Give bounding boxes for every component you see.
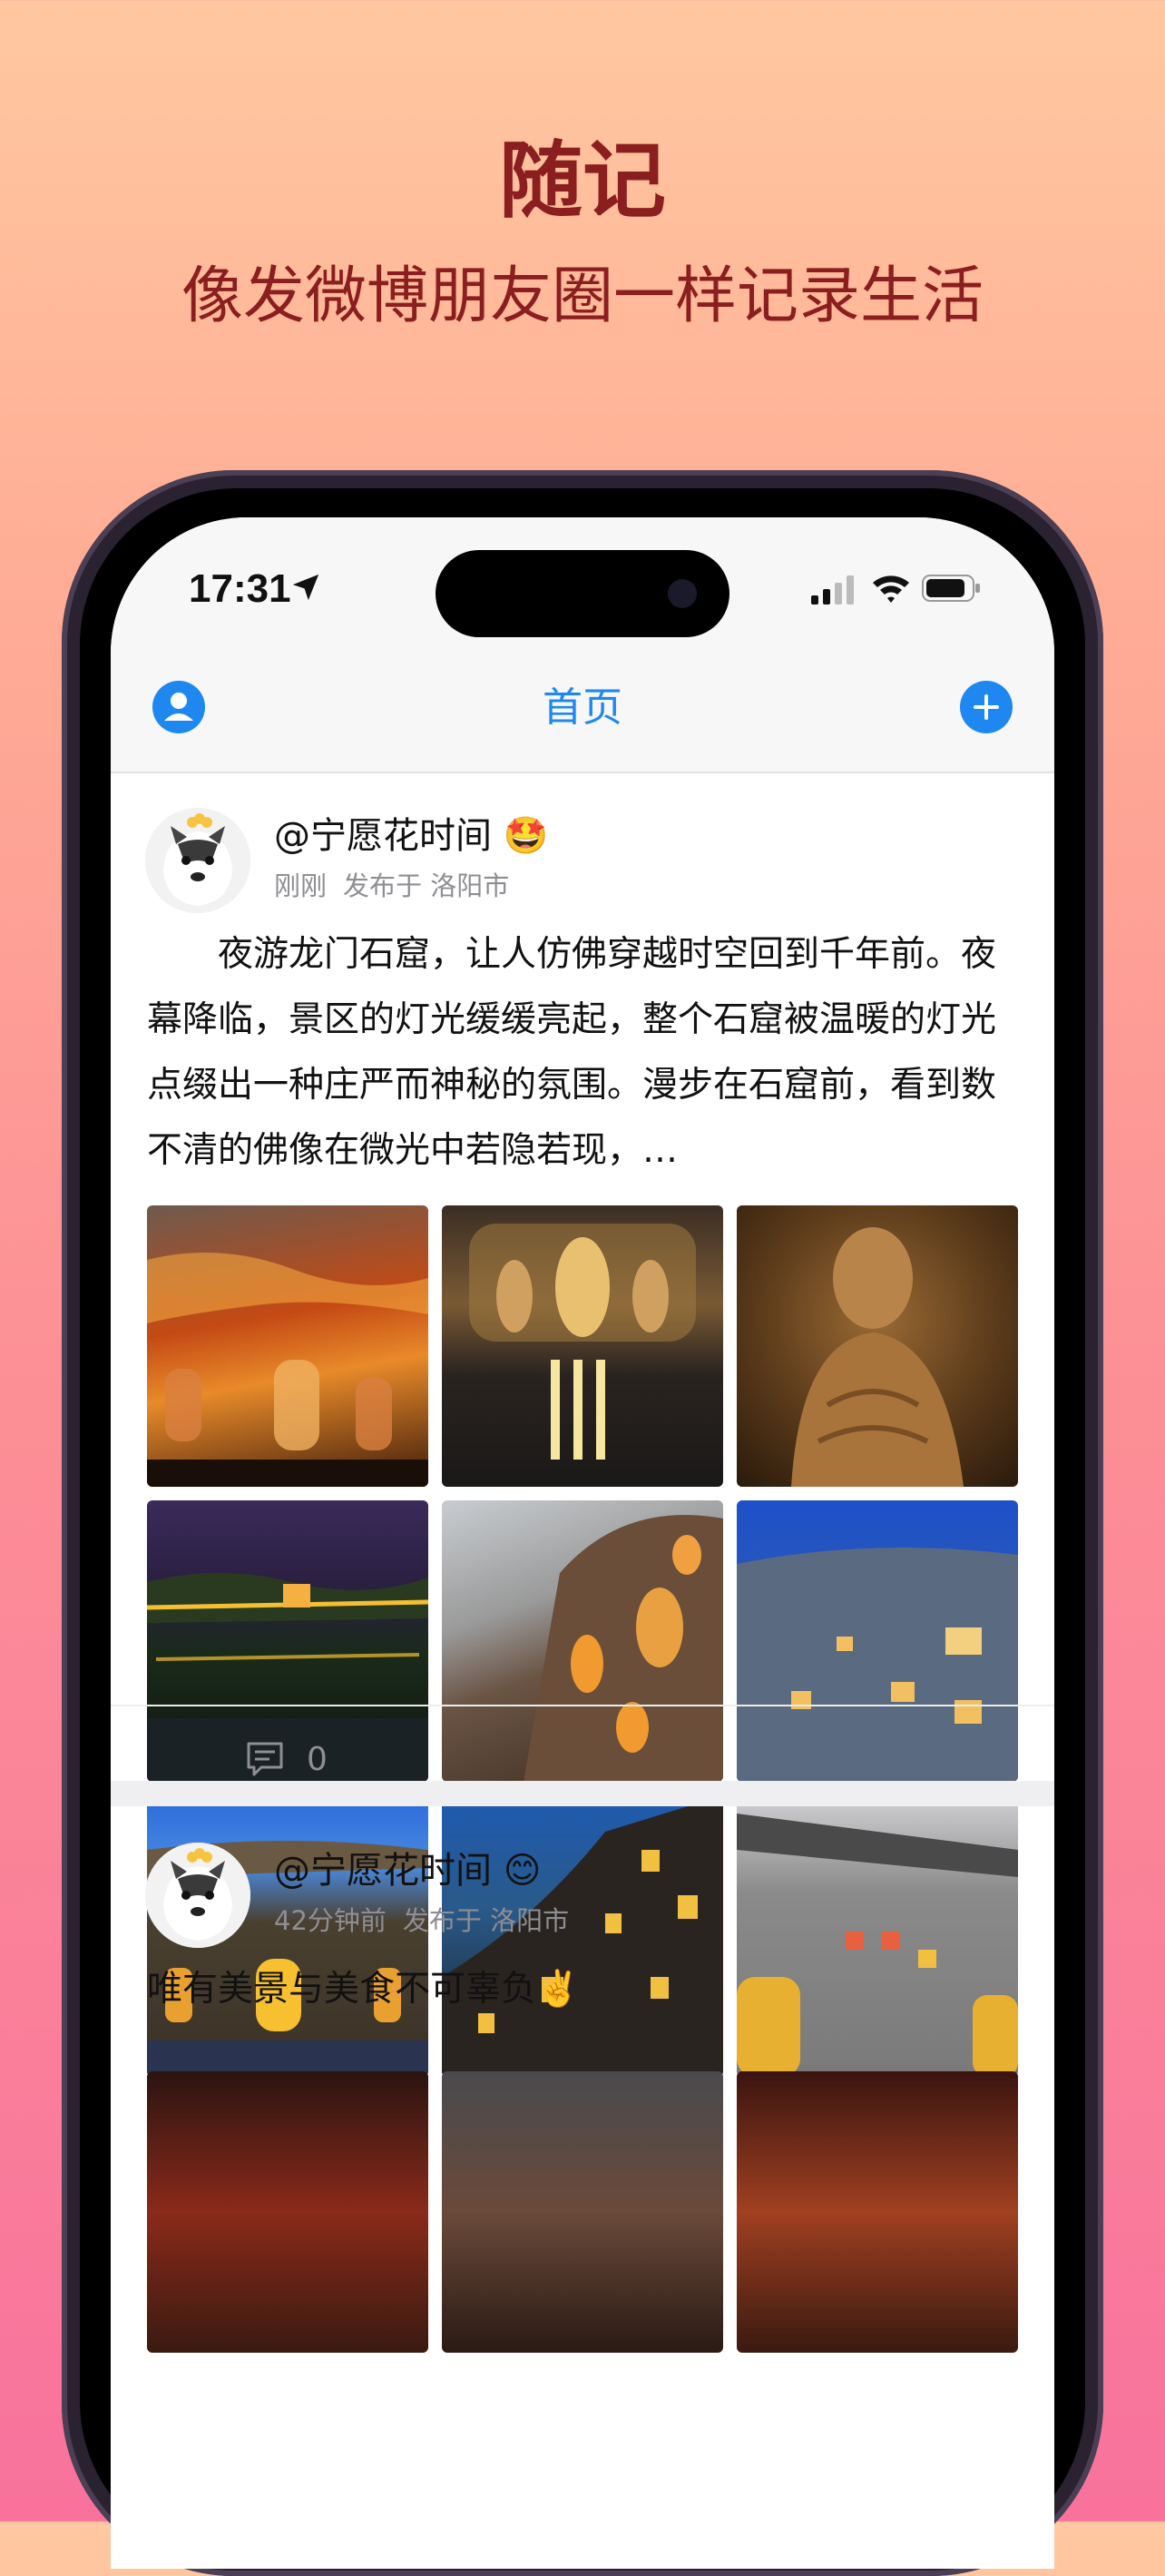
username[interactable]: @宁愿花时间 🤩 bbox=[274, 811, 549, 860]
location-arrow-icon bbox=[292, 574, 319, 601]
photo-thumbnail[interactable] bbox=[737, 2071, 1018, 2353]
post-body[interactable]: 唯有美景与美食不可辜负✌️ bbox=[147, 1957, 1018, 2022]
post-meta: 42分钟前 发布于 洛阳市 bbox=[274, 1903, 585, 1939]
page-title: 首页 bbox=[543, 684, 622, 731]
add-post-button[interactable] bbox=[960, 681, 1013, 733]
photo-thumbnail[interactable] bbox=[442, 1500, 723, 1782]
avatar[interactable] bbox=[145, 1843, 250, 1948]
promo-subtitle: 像发微博朋友圈一样记录生活 bbox=[181, 261, 984, 332]
wifi-icon bbox=[873, 575, 909, 603]
cellular-signal-icon bbox=[811, 575, 854, 605]
post-meta: 刚刚 发布于 洛阳市 bbox=[274, 868, 525, 904]
battery-icon bbox=[922, 575, 980, 602]
photo-thumbnail[interactable] bbox=[147, 1205, 428, 1487]
post-time: 42分钟前 bbox=[274, 1905, 387, 1936]
app-screen: 17:31 首页 @宁愿花时间 🤩 刚刚 发布于 洛阳市 夜游龙门石窟，让人仿佛… bbox=[111, 517, 1054, 2569]
post-divider bbox=[111, 1705, 1054, 1706]
photo-thumbnail[interactable] bbox=[442, 1205, 723, 1487]
avatar[interactable] bbox=[145, 808, 250, 913]
photo-thumbnail[interactable] bbox=[147, 2071, 428, 2353]
photo-thumbnail[interactable] bbox=[147, 1500, 428, 1782]
post-separator bbox=[111, 1781, 1054, 1806]
promo-title: 随记 bbox=[498, 133, 666, 230]
comment-icon bbox=[247, 1742, 283, 1776]
dynamic-island bbox=[436, 550, 729, 637]
status-bar: 17:31 bbox=[111, 517, 1054, 654]
photo-thumbnail[interactable] bbox=[442, 2071, 723, 2353]
photo-thumbnail[interactable] bbox=[737, 1205, 1018, 1487]
status-time: 17:31 bbox=[189, 566, 291, 611]
post-location: 发布于 洛阳市 bbox=[343, 870, 510, 901]
comment-count: 0 bbox=[307, 1741, 328, 1778]
mood-emoji: 😊 bbox=[503, 1850, 542, 1892]
post-location: 发布于 洛阳市 bbox=[402, 1905, 570, 1936]
nav-bar: 首页 bbox=[111, 654, 1054, 773]
username[interactable]: @宁愿花时间 😊 bbox=[274, 1846, 541, 1895]
mood-emoji: 🤩 bbox=[503, 815, 549, 857]
photo-thumbnail[interactable] bbox=[737, 1795, 1018, 2077]
plus-icon bbox=[974, 694, 999, 720]
photo-thumbnail[interactable] bbox=[737, 1500, 1018, 1782]
post-body[interactable]: 夜游龙门石窟，让人仿佛穿越时空回到千年前。夜幕降临，景区的灯光缓缓亮起，整个石窟… bbox=[147, 922, 1018, 1184]
post-time: 刚刚 bbox=[274, 870, 328, 901]
